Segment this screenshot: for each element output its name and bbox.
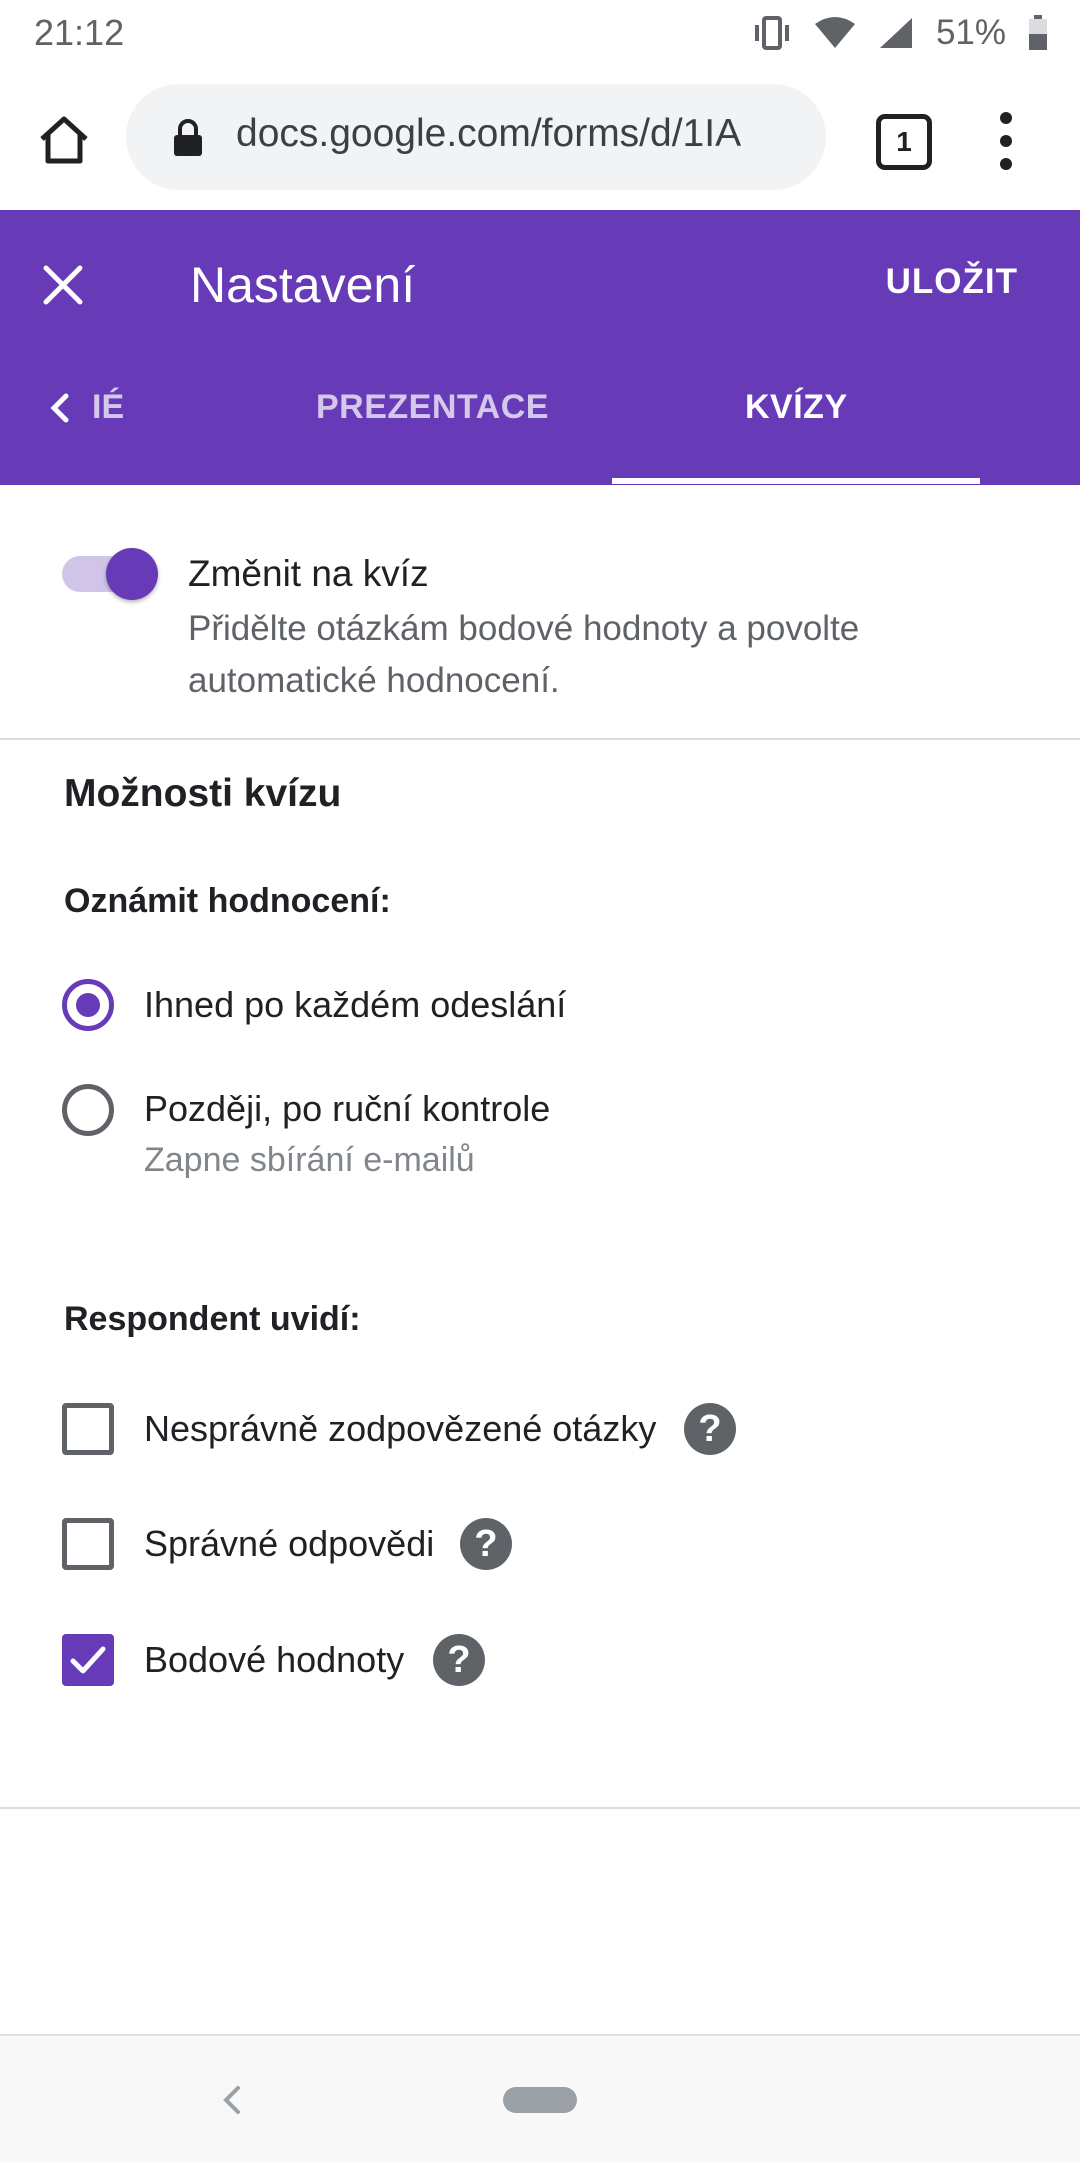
home-button[interactable] <box>30 106 98 174</box>
release-grade-label: Oznámit hodnocení: <box>64 882 391 920</box>
wifi-icon <box>814 17 855 48</box>
status-time: 21:12 <box>34 12 125 53</box>
check-icon <box>70 1646 106 1674</box>
tab-quizzes[interactable]: KVÍZY <box>745 388 848 427</box>
checkbox-missed-questions[interactable] <box>62 1403 114 1455</box>
radio-later-label[interactable]: Později, po ruční kontrole <box>144 1088 550 1130</box>
help-icon[interactable]: ? <box>684 1403 736 1455</box>
respondent-sees-label: Respondent uvidí: <box>64 1300 361 1338</box>
radio-later[interactable] <box>62 1084 114 1136</box>
section-divider <box>0 1807 1080 1809</box>
menu-dot-icon <box>1000 112 1012 124</box>
tab-switcher-button[interactable]: 1 <box>876 114 932 170</box>
status-bar: 21:12 51% <box>0 0 1080 66</box>
checkbox-point-values[interactable] <box>62 1634 114 1686</box>
signal-icon <box>879 18 912 48</box>
url-text: docs.google.com/forms/d/1IA <box>236 112 742 155</box>
tab-general[interactable]: IÉ <box>46 388 124 427</box>
quiz-toggle-section: Změnit na kvíz Přidělte otázkám bodové h… <box>0 485 1080 740</box>
page-title: Nastavení <box>190 257 416 313</box>
close-button[interactable] <box>36 258 90 312</box>
radio-immediately-label[interactable]: Ihned po každém odeslání <box>144 984 566 1026</box>
radio-immediately[interactable] <box>62 979 114 1031</box>
vibrate-icon <box>754 16 789 50</box>
menu-dot-icon <box>1000 158 1012 170</box>
menu-dot-icon <box>1000 135 1012 147</box>
settings-tabs: IÉ PREZENTACE KVÍZY <box>0 348 1080 485</box>
radio-later-sublabel: Zapne sbírání e-mailů <box>144 1141 475 1179</box>
browser-menu-button[interactable] <box>990 106 1022 176</box>
chevron-left-icon[interactable] <box>46 390 72 426</box>
checkbox-missed-questions-label[interactable]: Nesprávně zodpovězené otázky <box>144 1408 656 1450</box>
close-icon <box>43 265 83 305</box>
help-icon[interactable]: ? <box>460 1518 512 1570</box>
quiz-switch-thumb[interactable] <box>106 548 158 600</box>
browser-toolbar: docs.google.com/forms/d/1IA 1 <box>0 66 1080 210</box>
tab-presentation[interactable]: PREZENTACE <box>316 388 549 427</box>
status-icons: 51% <box>752 10 1048 56</box>
battery-icon <box>1029 15 1047 50</box>
checkbox-correct-answers-label[interactable]: Správné odpovědi <box>144 1523 434 1565</box>
nav-home-pill[interactable] <box>503 2087 577 2113</box>
address-bar[interactable]: docs.google.com/forms/d/1IA <box>126 84 826 190</box>
checkbox-correct-answers[interactable] <box>62 1518 114 1570</box>
quiz-toggle-description: Přidělte otázkám bodové hodnoty a povolt… <box>188 609 860 700</box>
tab-general-label: IÉ <box>92 388 125 426</box>
save-button[interactable]: ULOŽIT <box>886 262 1018 302</box>
active-tab-indicator <box>612 478 980 484</box>
help-icon[interactable]: ? <box>433 1634 485 1686</box>
lock-icon <box>174 119 202 156</box>
quiz-options-title: Možnosti kvízu <box>64 772 342 815</box>
quiz-toggle-title: Změnit na kvíz <box>188 553 429 594</box>
nav-back-icon[interactable] <box>220 2082 244 2118</box>
settings-header: Nastavení ULOŽIT IÉ PREZENTACE KVÍZY <box>0 210 1080 485</box>
system-nav-bar <box>0 2034 1080 2162</box>
home-icon <box>40 116 88 164</box>
battery-percent: 51% <box>935 13 1006 52</box>
checkbox-point-values-label[interactable]: Bodové hodnoty <box>144 1639 404 1681</box>
